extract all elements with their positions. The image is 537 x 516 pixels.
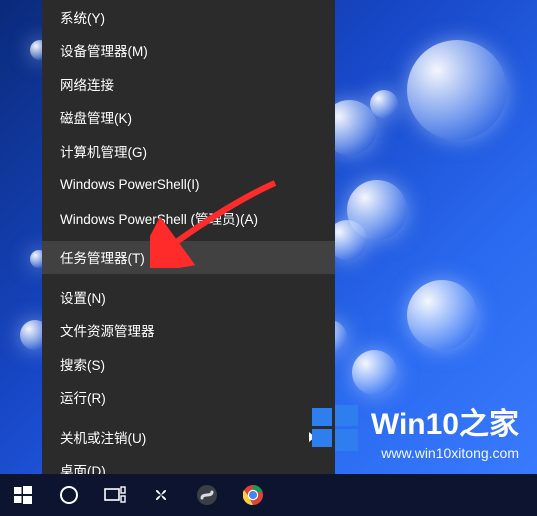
winx-context-menu: 系统(Y) 设备管理器(M) 网络连接 磁盘管理(K) 计算机管理(G) Win…: [42, 0, 335, 474]
start-button[interactable]: [0, 474, 46, 516]
menu-item-label: 网络连接: [60, 74, 114, 94]
menu-item-system[interactable]: 系统(Y): [42, 0, 335, 34]
watermark-url: www.win10xitong.com: [371, 445, 519, 461]
wallpaper-bubble: [352, 350, 397, 395]
menu-item-label: 任务管理器(T): [60, 247, 145, 267]
wallpaper-bubble: [370, 90, 398, 118]
menu-item-label: 磁盘管理(K): [60, 107, 132, 127]
menu-item-label: 文件资源管理器: [60, 320, 155, 340]
chrome-icon: [243, 485, 263, 505]
windows-start-icon: [14, 486, 32, 504]
menu-item-label: 设置(N): [60, 287, 106, 307]
menu-item-label: 关机或注销(U): [60, 427, 146, 447]
taskbar-app-pinwheel[interactable]: [138, 474, 184, 516]
pinwheel-icon: [150, 484, 172, 506]
watermark: Win10之家 www.win10xitong.com: [312, 399, 519, 461]
sogou-browser-icon: [196, 484, 218, 506]
menu-item-label: 计算机管理(G): [60, 141, 147, 161]
menu-item-powershell-admin[interactable]: Windows PowerShell (管理员)(A): [42, 201, 335, 235]
taskbar-app-browser-sogou[interactable]: [184, 474, 230, 516]
watermark-title: Win10之家: [371, 399, 519, 443]
menu-item-task-manager[interactable]: 任务管理器(T): [42, 241, 335, 275]
taskbar-app-chrome[interactable]: [230, 474, 276, 516]
menu-item-label: 搜索(S): [60, 354, 105, 374]
desktop-background: 系统(Y) 设备管理器(M) 网络连接 磁盘管理(K) 计算机管理(G) Win…: [0, 0, 537, 516]
menu-item-run[interactable]: 运行(R): [42, 381, 335, 415]
taskbar: [0, 474, 537, 516]
menu-item-network-connections[interactable]: 网络连接: [42, 67, 335, 101]
windows-logo-icon: [312, 405, 358, 456]
menu-item-label: 系统(Y): [60, 7, 105, 27]
menu-item-label: 设备管理器(M): [60, 40, 148, 60]
menu-item-device-manager[interactable]: 设备管理器(M): [42, 34, 335, 68]
menu-item-label: 运行(R): [60, 387, 106, 407]
menu-item-label: Windows PowerShell(I): [60, 177, 200, 192]
menu-item-disk-management[interactable]: 磁盘管理(K): [42, 101, 335, 135]
menu-item-search[interactable]: 搜索(S): [42, 347, 335, 381]
cortana-circle-icon: [59, 485, 79, 505]
wallpaper-bubble: [407, 280, 477, 350]
menu-item-settings[interactable]: 设置(N): [42, 280, 335, 314]
wallpaper-bubble: [407, 40, 507, 140]
task-view-button[interactable]: [92, 474, 138, 516]
task-view-icon: [104, 486, 126, 504]
menu-item-powershell[interactable]: Windows PowerShell(I): [42, 168, 335, 202]
menu-item-computer-management[interactable]: 计算机管理(G): [42, 134, 335, 168]
menu-item-file-explorer[interactable]: 文件资源管理器: [42, 314, 335, 348]
menu-item-shutdown[interactable]: 关机或注销(U): [42, 420, 335, 454]
menu-item-label: Windows PowerShell (管理员)(A): [60, 208, 258, 228]
cortana-button[interactable]: [46, 474, 92, 516]
